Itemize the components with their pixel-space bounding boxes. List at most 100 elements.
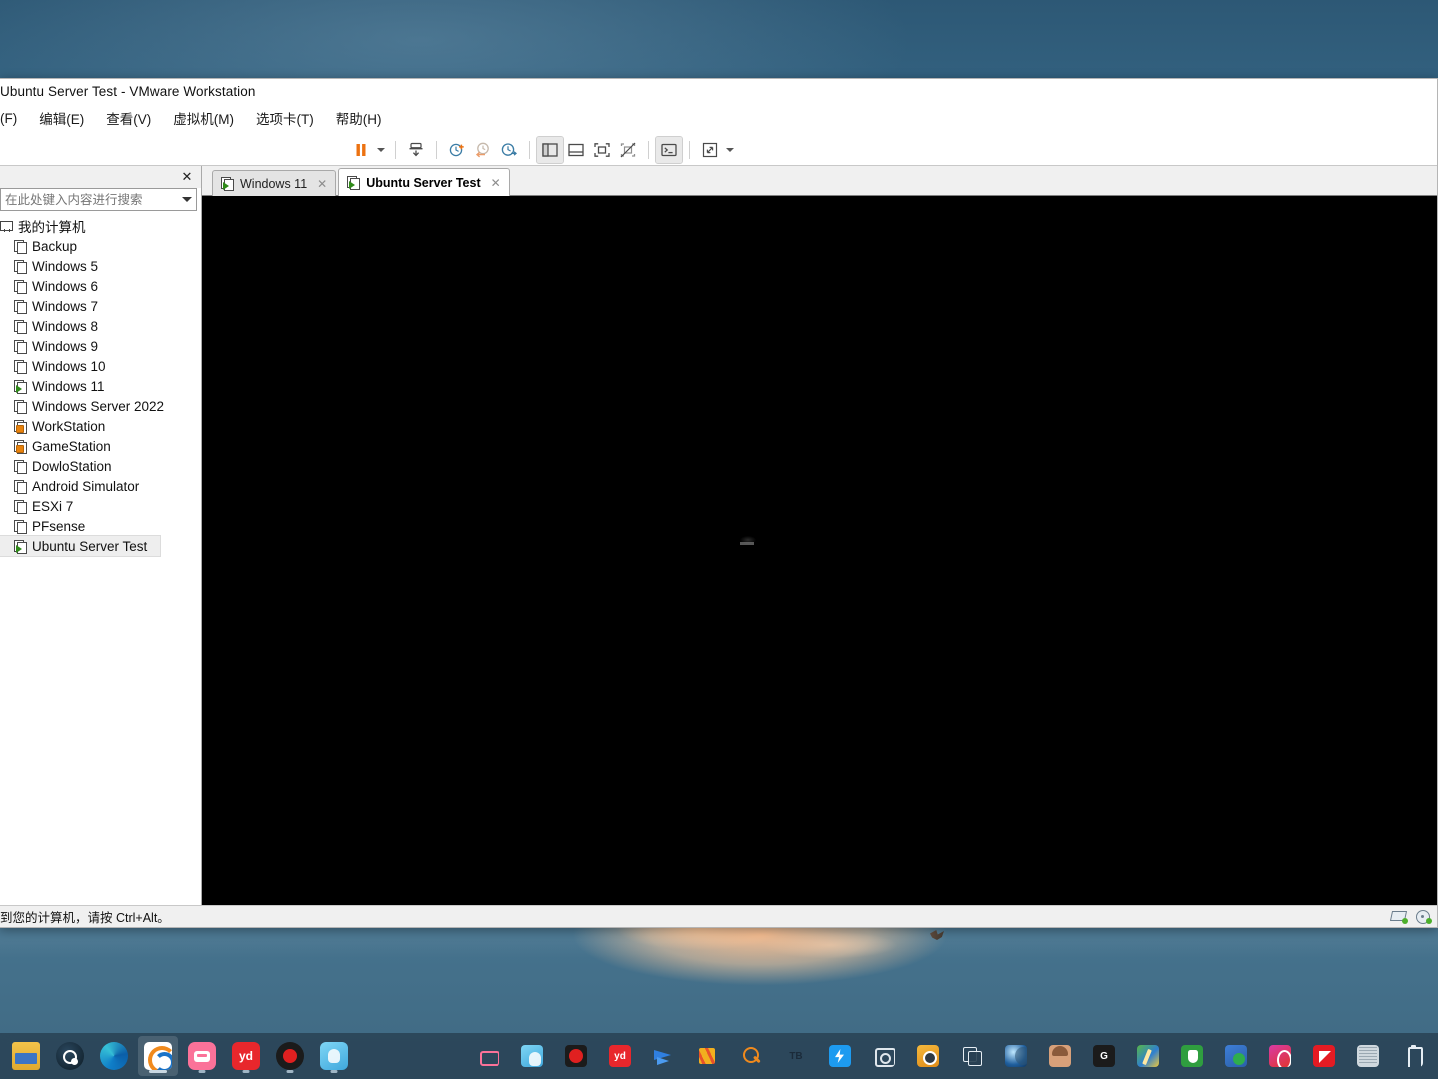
console-view-button[interactable]	[589, 137, 615, 163]
taskbar-item-game-launcher[interactable]	[314, 1036, 354, 1076]
menu-help[interactable]: 帮助(H)	[325, 104, 393, 132]
vm-library-tree[interactable]: 我的计算机 Backup Windows 5 Windows 6 Windows 7 W…	[0, 211, 201, 905]
library-item[interactable]: Windows 8	[0, 316, 201, 336]
revert-snapshot-button[interactable]	[470, 137, 496, 163]
taskbar-item-paint-tray[interactable]	[1128, 1036, 1168, 1076]
taskbar-item-taobao-tray[interactable]: TB	[776, 1036, 816, 1076]
library-item[interactable]: DowloStation	[0, 456, 201, 476]
taskbar-item-bars-tray[interactable]	[688, 1036, 728, 1076]
library-item[interactable]: Android Simulator	[0, 476, 201, 496]
close-icon[interactable]: ✕	[491, 176, 501, 190]
snapshot-manager-button[interactable]	[496, 137, 522, 163]
vm-console[interactable]	[202, 196, 1437, 905]
tab-label: Windows 11	[240, 176, 308, 191]
library-item[interactable]: Windows 5	[0, 256, 201, 276]
tree-root-my-computer[interactable]: 我的计算机	[0, 216, 201, 236]
taskbar-item-security-tray[interactable]	[1216, 1036, 1256, 1076]
taskbar-item-recorder-tray[interactable]	[556, 1036, 596, 1076]
record-icon	[276, 1042, 304, 1070]
fullscreen-button[interactable]	[697, 137, 723, 163]
library-item[interactable]: Windows 11	[0, 376, 201, 396]
library-item[interactable]: Windows 9	[0, 336, 201, 356]
window-titlebar: Ubuntu Server Test - VMware Workstation	[0, 79, 1437, 103]
taskbar-item-display-tray[interactable]	[1348, 1036, 1388, 1076]
taskbar-item-thunder-tray[interactable]	[820, 1036, 860, 1076]
vm-suspended-icon	[14, 419, 27, 434]
taskbar-item-microsoft-edge[interactable]	[94, 1036, 134, 1076]
library-item[interactable]: Backup	[0, 236, 201, 256]
close-icon[interactable]: ✕	[317, 177, 327, 191]
library-item-label: Windows 11	[32, 378, 105, 394]
library-item[interactable]: Windows 10	[0, 356, 201, 376]
taskbar-item-usb-eject-tray[interactable]	[1392, 1036, 1432, 1076]
taskbar-item-search-tray[interactable]	[732, 1036, 772, 1076]
library-item-label: Windows 10	[32, 358, 106, 374]
toolbar-separator	[395, 140, 396, 159]
fit-guest-button[interactable]	[615, 137, 641, 163]
camera-yellow-icon	[917, 1045, 939, 1067]
library-item[interactable]: WorkStation	[0, 416, 201, 436]
tab-strip: Windows 11 ✕ Ubuntu Server Test ✕	[202, 166, 1437, 196]
suspend-button[interactable]	[348, 137, 374, 163]
take-snapshot-button[interactable]	[444, 137, 470, 163]
library-search[interactable]	[0, 188, 197, 211]
taskbar-item-browser-tray[interactable]	[996, 1036, 1036, 1076]
menu-edit[interactable]: 编辑(E)	[28, 104, 95, 132]
power-button[interactable]	[403, 137, 429, 163]
tab-windows-11[interactable]: Windows 11 ✕	[212, 170, 337, 196]
security-check-icon	[1225, 1045, 1247, 1067]
taskbar-item-arrow-tray[interactable]	[644, 1036, 684, 1076]
taskbar-item-file-explorer[interactable]	[6, 1036, 46, 1076]
taskbar-item-steam[interactable]	[50, 1036, 90, 1076]
library-item[interactable]: PFsense	[0, 516, 201, 536]
show-library-button[interactable]	[536, 135, 564, 164]
taskbar-item-logitech-tray[interactable]: G	[1084, 1036, 1124, 1076]
tab-ubuntu-server-test[interactable]: Ubuntu Server Test ✕	[338, 168, 510, 196]
taskbar-item-camera-tray[interactable]	[864, 1036, 904, 1076]
taskbar-item-youdao-tray[interactable]: yd	[600, 1036, 640, 1076]
menu-vm[interactable]: 虚拟机(M)	[162, 104, 245, 132]
taskbar-item-game-tray[interactable]	[512, 1036, 552, 1076]
taskbar-item-bilibili[interactable]	[182, 1036, 222, 1076]
menu-tabs[interactable]: 选项卡(T)	[245, 104, 325, 132]
taskbar-item-antivirus-tray[interactable]	[1172, 1036, 1212, 1076]
chevron-down-icon[interactable]	[178, 190, 196, 209]
taskbar-item-bilibili-tray[interactable]	[468, 1036, 508, 1076]
taskbar-item-clipboard-tray[interactable]	[952, 1036, 992, 1076]
library-item-label: Android Simulator	[32, 478, 140, 494]
library-item[interactable]: GameStation	[0, 436, 201, 456]
taskbar-item-amd-tray[interactable]	[1304, 1036, 1344, 1076]
unity-button[interactable]	[655, 135, 683, 164]
vm-powered-off-icon	[14, 479, 27, 494]
library-item[interactable]: ESXi 7	[0, 496, 201, 516]
bolt-icon	[829, 1045, 851, 1067]
library-item-label: PFsense	[32, 518, 86, 534]
taskbar-item-media-tray[interactable]	[1260, 1036, 1300, 1076]
library-item[interactable]: Windows Server 2022	[0, 396, 201, 416]
show-thumbnail-bar-button[interactable]	[563, 137, 589, 163]
search-input[interactable]	[1, 190, 178, 209]
library-item[interactable]: Windows 6	[0, 276, 201, 296]
color-bars-icon	[697, 1045, 719, 1067]
library-item[interactable]: Ubuntu Server Test	[0, 535, 161, 557]
taskbar-item-account-tray[interactable]	[1040, 1036, 1080, 1076]
library-item[interactable]: Windows 7	[0, 296, 201, 316]
taskbar-item-youdao[interactable]: yd	[226, 1036, 266, 1076]
close-icon[interactable]: ✕	[179, 169, 195, 185]
taskbar-item-snapshot-tray[interactable]	[908, 1036, 948, 1076]
library-header: ✕	[0, 166, 201, 188]
taskbar-item-screen-recorder[interactable]	[270, 1036, 310, 1076]
steam-icon	[56, 1042, 84, 1070]
taskbar-item-vmware-workstation[interactable]	[138, 1036, 178, 1076]
vm-powered-off-icon	[14, 239, 27, 254]
copy-icon	[961, 1045, 983, 1067]
network-icon[interactable]	[1389, 910, 1408, 924]
menu-file[interactable]: (F)	[0, 107, 28, 130]
amd-icon	[1313, 1045, 1335, 1067]
shield-icon	[1181, 1045, 1203, 1067]
suspend-dropdown[interactable]	[374, 137, 388, 163]
cd-icon[interactable]	[1415, 910, 1432, 924]
menu-view[interactable]: 查看(V)	[95, 104, 162, 132]
fullscreen-dropdown[interactable]	[723, 137, 737, 163]
usb-icon	[1401, 1045, 1423, 1067]
